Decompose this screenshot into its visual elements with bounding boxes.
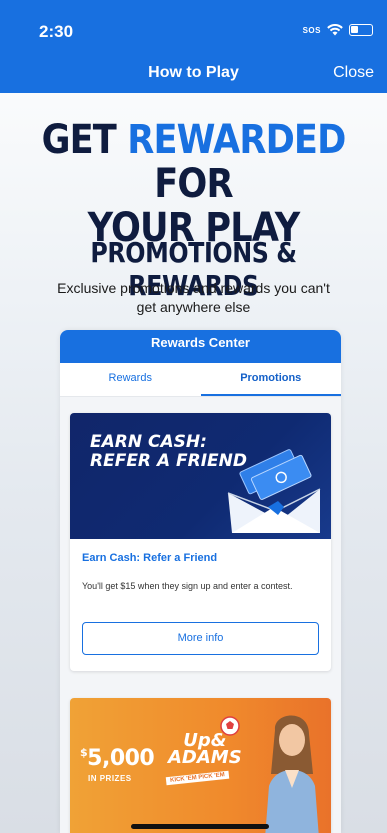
promo-title: Earn Cash: Refer a Friend <box>82 552 218 564</box>
headline-part: FOR <box>154 161 233 207</box>
tagline-badge: KICK 'EM PICK 'EM <box>165 770 230 786</box>
rewards-tabs: Rewards Promotions <box>60 363 341 397</box>
page-headline: GET REWARDED FOR YOUR PLAY <box>23 118 364 250</box>
upadams-logo: Up& ADAMS <box>168 732 242 768</box>
person-photo <box>265 715 319 833</box>
close-button[interactable]: Close <box>333 64 374 82</box>
promo-card-upadams[interactable]: $5,000 IN PRIZES Up& ADAMS KICK 'EM PICK… <box>70 698 331 833</box>
tab-promotions[interactable]: Promotions <box>200 363 342 396</box>
status-icons: SOS <box>303 24 373 36</box>
section-description: Exclusive promotions and rewards you can… <box>57 280 330 315</box>
headline-accent: REWARDED <box>127 117 346 163</box>
promo-description: You'll get $15 when they sign up and ent… <box>82 581 293 591</box>
promo-card-refer[interactable]: EARN CASH: REFER A FRIEND Earn Cash: Ref… <box>70 413 331 671</box>
prize-amount: $5,000 <box>80 746 155 771</box>
banner-line: EARN CASH: <box>90 432 207 452</box>
rewards-center-preview: Rewards Center Rewards Promotions EARN C… <box>60 330 341 833</box>
battery-icon <box>349 24 373 36</box>
app-header: 2:30 SOS How to Play Close <box>0 0 387 93</box>
headline-part: GET <box>41 117 128 163</box>
tab-rewards[interactable]: Rewards <box>60 363 201 396</box>
prize-value: 5,000 <box>87 746 155 771</box>
sos-indicator: SOS <box>302 25 321 35</box>
home-indicator <box>131 824 269 829</box>
refer-banner: EARN CASH: REFER A FRIEND <box>70 413 331 539</box>
upadams-banner: $5,000 IN PRIZES Up& ADAMS KICK 'EM PICK… <box>70 698 331 833</box>
logo-line: ADAMS <box>168 747 242 768</box>
nav-title: How to Play <box>148 64 239 81</box>
rewards-center-title: Rewards Center <box>60 330 341 363</box>
more-info-button[interactable]: More info <box>82 622 319 655</box>
status-time: 2:30 <box>39 22 74 41</box>
envelope-cash-icon <box>227 449 321 533</box>
prize-label: IN PRIZES <box>88 774 132 783</box>
wifi-icon <box>327 24 343 36</box>
soccer-ball-icon <box>220 716 240 736</box>
